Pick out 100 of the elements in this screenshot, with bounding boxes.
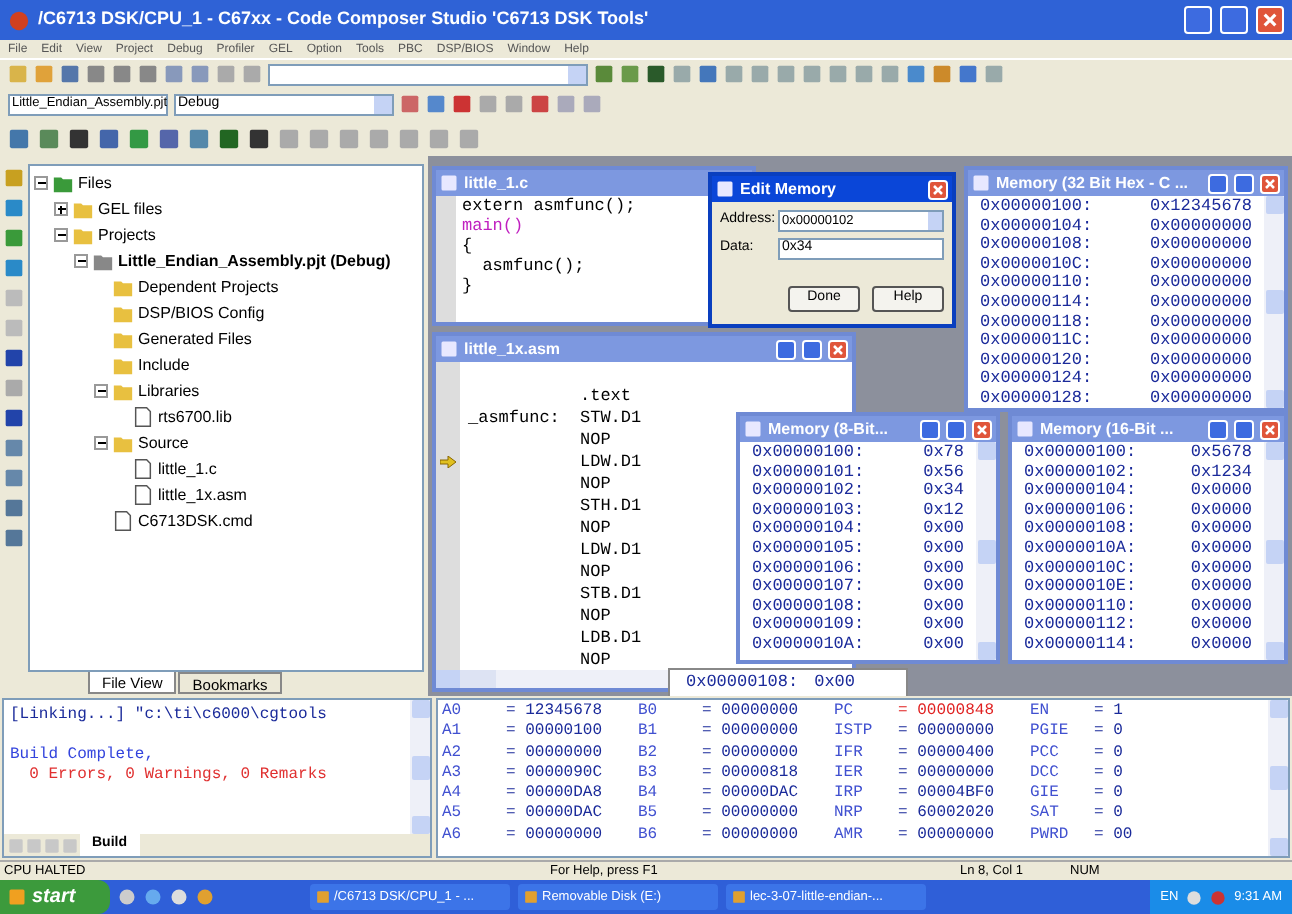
tree-item[interactable]: Projects xyxy=(98,223,156,247)
memory-value[interactable]: 0x00 xyxy=(923,635,964,656)
memory-value[interactable]: 0x0000 xyxy=(1190,539,1252,560)
memory-value[interactable]: 0x0000 xyxy=(1190,616,1252,636)
restore-button[interactable] xyxy=(1220,6,1248,34)
register-value[interactable]: = 00000000 xyxy=(898,825,995,847)
memory-value[interactable]: 0x1234 xyxy=(1190,463,1252,483)
tree-item[interactable]: Libraries xyxy=(138,379,200,403)
register-value[interactable]: = 00000000 xyxy=(898,763,995,785)
minimize-button[interactable] xyxy=(920,419,940,439)
tree-item[interactable]: little_1.c xyxy=(158,457,217,481)
memory-value[interactable]: 0x0000 xyxy=(1190,578,1252,598)
maximize-button[interactable] xyxy=(1234,419,1254,439)
maximize-button[interactable] xyxy=(802,339,822,359)
tree-item[interactable]: little_1x.asm xyxy=(158,483,247,507)
toolbar-icon[interactable] xyxy=(218,127,240,149)
tree-item[interactable]: GEL files xyxy=(98,197,163,221)
vertical-scrollbar[interactable] xyxy=(1264,442,1284,660)
vertical-scrollbar[interactable] xyxy=(976,442,996,660)
tree-item[interactable]: Source xyxy=(138,431,189,455)
memory-value[interactable]: 0x00000000 xyxy=(1149,332,1252,352)
register-value[interactable]: = 0000090C xyxy=(506,763,603,785)
register-value[interactable]: = 00 xyxy=(1094,825,1133,847)
register-value[interactable]: = 60002020 xyxy=(898,804,995,826)
memory-value[interactable]: 0x00000000 xyxy=(1149,293,1252,314)
tree-item[interactable]: Files xyxy=(78,171,112,195)
register-value[interactable]: = 00000DAC xyxy=(702,784,799,805)
register-value[interactable]: = 00000000 xyxy=(702,722,799,744)
register-value[interactable]: = 00000000 xyxy=(702,702,799,723)
toolbar-icon[interactable] xyxy=(158,127,180,149)
memory-value[interactable]: 0x00000000 xyxy=(1149,236,1252,256)
memory-value[interactable]: 0x0000 xyxy=(1190,559,1252,579)
close-button[interactable] xyxy=(928,179,948,199)
memory-value[interactable]: 0x0000 xyxy=(1190,520,1252,540)
memory-value[interactable]: 0x5678 xyxy=(1190,444,1252,464)
memory-value[interactable]: 0x00000000 xyxy=(1149,255,1252,275)
collapse-toggle-icon[interactable] xyxy=(74,254,88,268)
register-value[interactable]: = 00000000 xyxy=(898,722,995,744)
close-button[interactable] xyxy=(972,419,992,439)
memory-value[interactable]: 0x00 xyxy=(923,616,964,636)
start-button[interactable]: start xyxy=(0,880,110,914)
memory-value[interactable]: 0x0000 xyxy=(1190,635,1252,656)
close-button[interactable] xyxy=(828,339,848,359)
toolbar-icon[interactable] xyxy=(248,127,270,149)
memory-value[interactable]: 0x12 xyxy=(923,501,964,521)
memory-value[interactable]: 0x00 xyxy=(923,578,964,598)
tree-item[interactable]: Dependent Projects xyxy=(138,275,279,299)
register-value[interactable]: = 00000000 xyxy=(702,804,799,826)
register-value[interactable]: = 00000000 xyxy=(506,743,603,764)
register-value[interactable]: = 00000000 xyxy=(702,743,799,764)
memory-value[interactable]: 0x0000 xyxy=(1190,482,1252,502)
register-value[interactable]: = 0 xyxy=(1094,763,1123,785)
memory-value[interactable]: 0x00000000 xyxy=(1149,351,1252,371)
memory-value[interactable]: 0x00000000 xyxy=(1149,389,1252,408)
maximize-button[interactable] xyxy=(1234,173,1254,193)
register-value[interactable]: = 0 xyxy=(1094,784,1123,805)
minimize-button[interactable] xyxy=(1208,419,1228,439)
tree-item[interactable]: Little_Endian_Assembly.pjt (Debug) xyxy=(118,249,391,273)
memory-value[interactable]: 0x00 xyxy=(923,559,964,579)
register-value[interactable]: = 00000848 xyxy=(898,702,995,723)
register-value[interactable]: = 0 xyxy=(1094,804,1123,826)
memory-value[interactable]: 0x78 xyxy=(923,444,964,464)
register-value[interactable]: = 00000400 xyxy=(898,743,995,764)
memory-value[interactable]: 0x00 xyxy=(923,539,964,560)
maximize-button[interactable] xyxy=(946,419,966,439)
collapse-toggle-icon[interactable] xyxy=(54,228,68,242)
tree-item[interactable]: Generated Files xyxy=(138,327,252,351)
register-value[interactable]: = 0 xyxy=(1094,722,1123,744)
memory-value[interactable]: 0x12345678 xyxy=(1149,198,1252,218)
vertical-scrollbar[interactable] xyxy=(1268,700,1288,856)
memory-value[interactable]: 0x00 xyxy=(923,520,964,540)
find-combo-field[interactable] xyxy=(268,63,588,85)
collapse-toggle-icon[interactable] xyxy=(94,436,108,450)
memory-value[interactable]: 0x00000000 xyxy=(1149,217,1252,237)
register-value[interactable]: = 00000100 xyxy=(506,722,603,744)
memory-value[interactable]: 0x00000000 xyxy=(1149,274,1252,294)
memory-value[interactable]: 0x00000000 xyxy=(1149,313,1252,333)
register-value[interactable]: = 00000818 xyxy=(702,763,799,785)
memory-value[interactable]: 0x56 xyxy=(923,463,964,483)
minimize-button[interactable] xyxy=(1208,173,1228,193)
minimize-button[interactable] xyxy=(1184,6,1212,34)
tree-item[interactable]: C6713DSK.cmd xyxy=(138,509,253,533)
register-value[interactable]: = 12345678 xyxy=(506,702,603,723)
memory-value[interactable]: 0x00 xyxy=(923,597,964,617)
expand-toggle-icon[interactable] xyxy=(54,202,68,216)
register-value[interactable]: = 1 xyxy=(1094,702,1123,723)
close-button[interactable] xyxy=(1260,419,1280,439)
vertical-scrollbar[interactable] xyxy=(410,700,430,834)
tree-item[interactable]: rts6700.lib xyxy=(158,405,232,429)
register-value[interactable]: = 00000DAC xyxy=(506,804,603,826)
memory-value[interactable]: 0x0000 xyxy=(1190,597,1252,617)
register-value[interactable]: = 00000000 xyxy=(506,825,603,847)
memory-value[interactable]: 0x00000000 xyxy=(1149,370,1252,390)
register-value[interactable]: = 00000000 xyxy=(702,825,799,847)
register-value[interactable]: = 0 xyxy=(1094,743,1123,764)
close-button[interactable] xyxy=(1260,173,1280,193)
tree-item[interactable]: DSP/BIOS Config xyxy=(138,301,265,325)
vertical-scrollbar[interactable] xyxy=(1264,196,1284,408)
register-value[interactable]: = 00000DA8 xyxy=(506,784,603,805)
collapse-toggle-icon[interactable] xyxy=(34,176,48,190)
